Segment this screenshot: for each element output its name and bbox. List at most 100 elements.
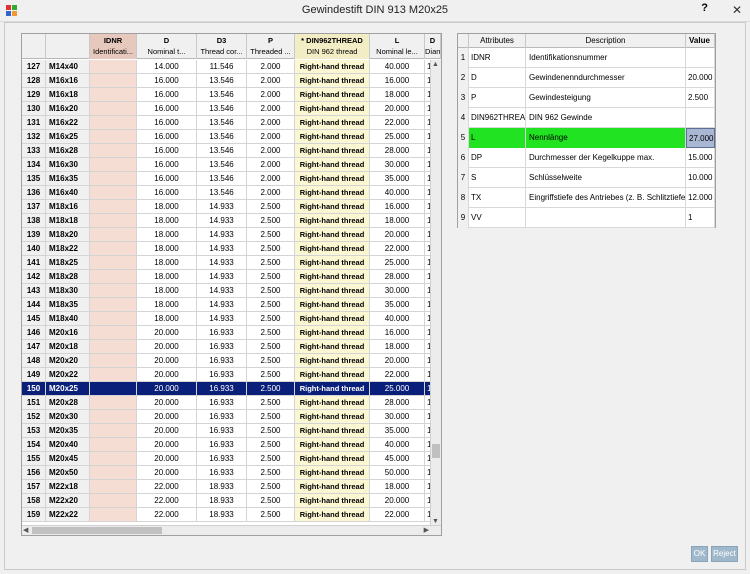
row-name[interactable]: M18x40	[46, 312, 90, 325]
cell-din962thread[interactable]: Right-hand thread	[295, 200, 370, 213]
cell-idnr[interactable]	[90, 298, 137, 311]
cell-idnr[interactable]	[90, 466, 137, 479]
table-row[interactable]: 155 M20x45 20.000 16.933 2.500 Right-hand thr…	[22, 452, 441, 466]
row-name[interactable]: M18x18	[46, 214, 90, 227]
row-number[interactable]: 145	[22, 312, 46, 325]
cell-idnr[interactable]	[90, 340, 137, 353]
cell-d[interactable]: 16.000	[137, 116, 197, 129]
row-number[interactable]: 144	[22, 298, 46, 311]
table-row[interactable]: 140 M18x22 18.000 14.933 2.500 Right-hand thr…	[22, 242, 441, 256]
cell-idnr[interactable]	[90, 60, 137, 73]
cell-d3[interactable]: 13.546	[197, 88, 247, 101]
cell-idnr[interactable]	[90, 172, 137, 185]
cell-d3[interactable]: 13.546	[197, 172, 247, 185]
cell-p[interactable]: 2.000	[247, 60, 295, 73]
header-d[interactable]: D Nominal t...	[137, 34, 197, 59]
cell-din962thread[interactable]: Right-hand thread	[295, 284, 370, 297]
attribute-row[interactable]: 9 VV 1	[458, 208, 715, 228]
row-number[interactable]: 138	[22, 214, 46, 227]
cell-din962thread[interactable]: Right-hand thread	[295, 60, 370, 73]
cell-p[interactable]: 2.500	[247, 466, 295, 479]
cell-l[interactable]: 22.000	[370, 368, 425, 381]
cell-idnr[interactable]	[90, 382, 137, 395]
cell-d[interactable]: 18.000	[137, 228, 197, 241]
cell-d3[interactable]: 14.933	[197, 242, 247, 255]
attribute-row-highlighted[interactable]: 5 L Nennlänge 27.000	[458, 128, 715, 148]
cell-idnr[interactable]	[90, 438, 137, 451]
cell-din962thread[interactable]: Right-hand thread	[295, 88, 370, 101]
attr-value[interactable]: 20.000	[686, 68, 715, 88]
cell-d[interactable]: 20.000	[137, 424, 197, 437]
row-name[interactable]: M14x40	[46, 60, 90, 73]
row-name[interactable]: M16x35	[46, 172, 90, 185]
cell-din962thread[interactable]: Right-hand thread	[295, 102, 370, 115]
cell-l[interactable]: 45.000	[370, 452, 425, 465]
table-row[interactable]: 152 M20x30 20.000 16.933 2.500 Right-hand thr…	[22, 410, 441, 424]
vertical-scrollbar[interactable]: ▲ ▼	[430, 60, 441, 526]
row-number[interactable]: 149	[22, 368, 46, 381]
cell-d3[interactable]: 16.933	[197, 340, 247, 353]
variant-table[interactable]: IDNR Identificati... D Nominal t... D3 Thre…	[21, 33, 442, 536]
cell-p[interactable]: 2.500	[247, 382, 295, 395]
cell-l[interactable]: 22.000	[370, 242, 425, 255]
row-number[interactable]: 132	[22, 130, 46, 143]
cell-din962thread[interactable]: Right-hand thread	[295, 410, 370, 423]
row-name[interactable]: M16x22	[46, 116, 90, 129]
cell-p[interactable]: 2.500	[247, 424, 295, 437]
cell-d[interactable]: 18.000	[137, 270, 197, 283]
cell-din962thread[interactable]: Right-hand thread	[295, 438, 370, 451]
row-name[interactable]: M20x45	[46, 452, 90, 465]
row-name[interactable]: M16x16	[46, 74, 90, 87]
cell-d3[interactable]: 13.546	[197, 116, 247, 129]
attribute-row[interactable]: 7 S Schlüsselweite 10.000	[458, 168, 715, 188]
cell-d[interactable]: 18.000	[137, 284, 197, 297]
cell-din962thread[interactable]: Right-hand thread	[295, 326, 370, 339]
cell-d3[interactable]: 14.933	[197, 312, 247, 325]
cell-d3[interactable]: 13.546	[197, 158, 247, 171]
cell-idnr[interactable]	[90, 494, 137, 507]
cell-din962thread[interactable]: Right-hand thread	[295, 298, 370, 311]
cell-d3[interactable]: 16.933	[197, 368, 247, 381]
cell-p[interactable]: 2.500	[247, 256, 295, 269]
cell-idnr[interactable]	[90, 242, 137, 255]
scroll-up-icon[interactable]: ▲	[432, 61, 439, 68]
row-number[interactable]: 146	[22, 326, 46, 339]
attribute-row[interactable]: 4 DIN962THREAD DIN 962 Gewinde	[458, 108, 715, 128]
table-row[interactable]: 158 M22x20 22.000 18.933 2.500 Right-hand thr…	[22, 494, 441, 508]
cell-idnr[interactable]	[90, 74, 137, 87]
cell-d3[interactable]: 14.933	[197, 214, 247, 227]
cell-din962thread[interactable]: Right-hand thread	[295, 480, 370, 493]
cell-d[interactable]: 14.000	[137, 60, 197, 73]
cell-d3[interactable]: 16.933	[197, 326, 247, 339]
row-name[interactable]: M16x40	[46, 186, 90, 199]
cell-d3[interactable]: 16.933	[197, 424, 247, 437]
cell-l[interactable]: 16.000	[370, 326, 425, 339]
row-number[interactable]: 147	[22, 340, 46, 353]
attr-value[interactable]: 12.000	[686, 188, 715, 208]
cell-d[interactable]: 20.000	[137, 452, 197, 465]
cell-l[interactable]: 35.000	[370, 172, 425, 185]
cell-din962thread[interactable]: Right-hand thread	[295, 452, 370, 465]
cell-p[interactable]: 2.000	[247, 130, 295, 143]
attr-value[interactable]: 2.500	[686, 88, 715, 108]
row-number[interactable]: 128	[22, 74, 46, 87]
cell-din962thread[interactable]: Right-hand thread	[295, 186, 370, 199]
row-name[interactable]: M16x30	[46, 158, 90, 171]
row-number[interactable]: 129	[22, 88, 46, 101]
cell-idnr[interactable]	[90, 144, 137, 157]
cell-l[interactable]: 25.000	[370, 130, 425, 143]
cell-d[interactable]: 16.000	[137, 144, 197, 157]
cell-l[interactable]: 20.000	[370, 102, 425, 115]
cell-d[interactable]: 16.000	[137, 74, 197, 87]
cell-din962thread[interactable]: Right-hand thread	[295, 144, 370, 157]
cell-d3[interactable]: 11.546	[197, 60, 247, 73]
cell-p[interactable]: 2.500	[247, 368, 295, 381]
cell-din962thread[interactable]: Right-hand thread	[295, 214, 370, 227]
cell-d[interactable]: 20.000	[137, 466, 197, 479]
row-name[interactable]: M20x28	[46, 396, 90, 409]
table-row[interactable]: 128 M16x16 16.000 13.546 2.000 Right-hand thr…	[22, 74, 441, 88]
row-number[interactable]: 150	[22, 382, 46, 395]
table-row[interactable]: 153 M20x35 20.000 16.933 2.500 Right-hand thr…	[22, 424, 441, 438]
table-row[interactable]: 137 M18x16 18.000 14.933 2.500 Right-hand thr…	[22, 200, 441, 214]
row-name[interactable]: M18x35	[46, 298, 90, 311]
